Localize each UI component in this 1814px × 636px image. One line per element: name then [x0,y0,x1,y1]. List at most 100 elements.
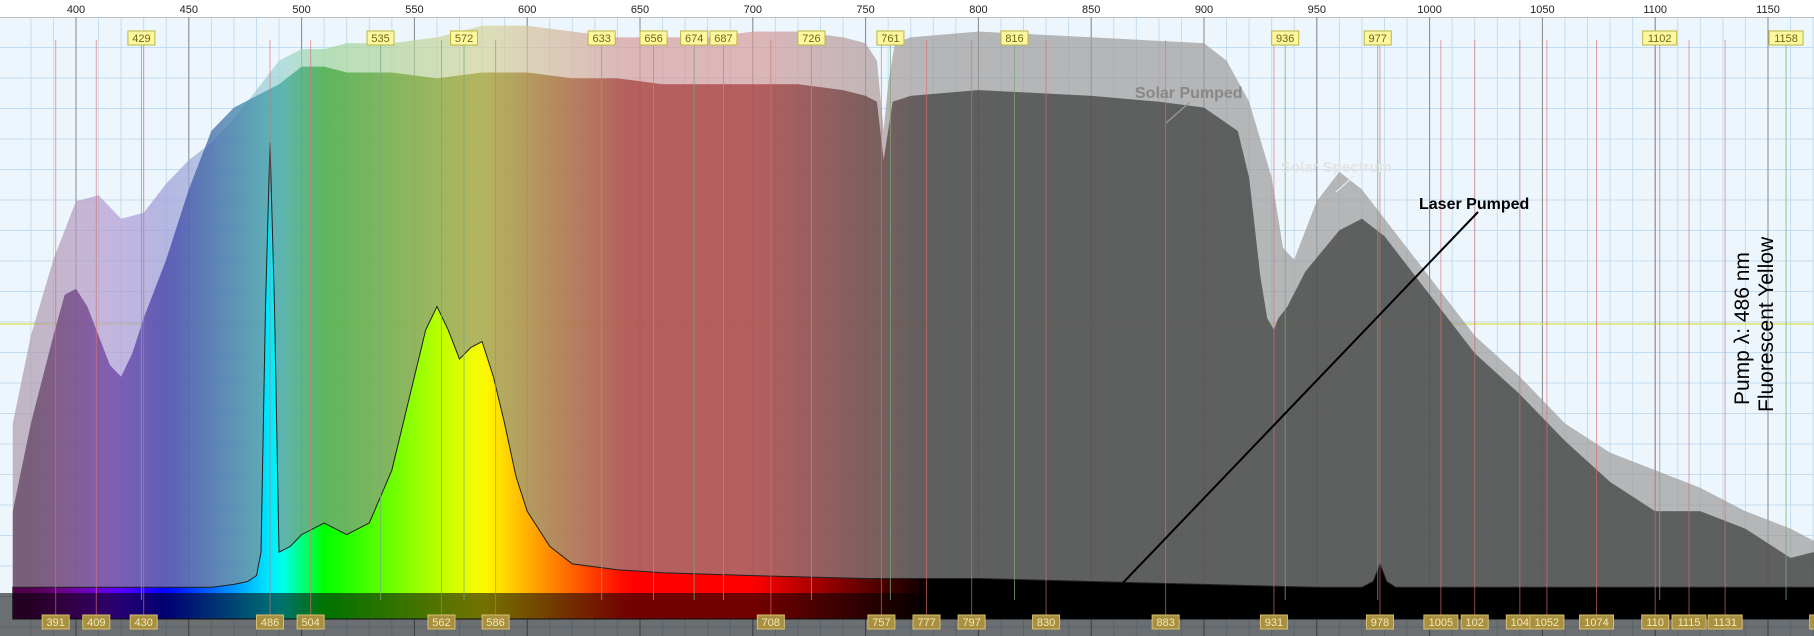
bottom-peak-badge: 1052 [1529,614,1565,630]
pump-info: Pump λ: 486 nm Fluorescent Yellow [1731,236,1778,412]
bottom-peak-badge: 777 [912,614,941,630]
bottom-peak-badge-text: 409 [87,617,105,629]
top-peak-badge-text: 761 [881,33,899,45]
bottom-peak-badge: 883 [1151,614,1180,630]
x-tick-label: 650 [631,4,649,16]
top-peak-badge: 936 [1271,30,1300,46]
bottom-peak-badge-text: 504 [301,617,319,629]
bottom-peak-badge: 586 [481,614,510,630]
top-peak-badge-text: 429 [132,33,150,45]
bottom-peak-badge-text: 978 [1371,617,1389,629]
top-peak-badge: 977 [1363,30,1392,46]
pump-wavelength-label: Pump λ: 486 nm [1731,252,1754,405]
bottom-peak-badge: 504 [296,614,325,630]
bottom-peak-badge-text: 883 [1156,617,1174,629]
bottom-peak-badge: 1176 [1809,614,1814,630]
laser-pumped-label: Laser Pumped [1419,196,1529,213]
x-tick-label: 750 [856,4,874,16]
x-tick-label: 1050 [1530,4,1554,16]
x-tick-label: 900 [1195,4,1213,16]
top-peak-badge: 726 [797,30,826,46]
bottom-peak-badge-text: 1005 [1429,617,1453,629]
top-peak-badge-text: 687 [714,33,732,45]
bottom-peak-badge-text: 102 [1466,617,1484,629]
bottom-peak-badge: 409 [82,614,111,630]
bottom-peak-badge: 1074 [1579,614,1615,630]
bottom-peak-badge-text: 757 [872,617,890,629]
bottom-peak-badge: 486 [256,614,285,630]
solar-spectrum-label: Solar Spectrum [1281,159,1392,176]
top-peak-badge-text: 1158 [1774,33,1798,45]
bottom-peak-badge-text: 104 [1511,617,1529,629]
spectrum-chart: 400 450 500 550 600 650 700 750 800 850 900 950 1000… [0,0,1814,636]
bottom-peak-badge: 562 [427,614,456,630]
bottom-peak-badge-text: 797 [962,617,980,629]
x-axis: 400 450 500 550 600 650 700 750 800 850 900 950 1000… [0,0,1814,17]
bottom-peak-badge: 1005 [1423,614,1459,630]
bottom-peak-badge: 830 [1032,614,1061,630]
top-peak-badge: 1158 [1768,30,1804,46]
top-peak-badge: 816 [1000,30,1029,46]
solar-pumped-label: Solar Pumped [1135,85,1243,102]
bottom-peak-badge-text: 1074 [1584,617,1608,629]
bottom-peak-badge-text: 110 [1646,617,1664,629]
x-tick-label: 1100 [1643,4,1667,16]
bottom-peak-badge: 757 [867,614,896,630]
bottom-peak-badge-text: 486 [261,617,279,629]
top-peak-badge: 633 [587,30,616,46]
x-tick-label: 550 [405,4,423,16]
bottom-peak-badge-text: 708 [762,617,780,629]
bottom-peak-badge-text: 586 [486,617,504,629]
sample-name-label: Fluorescent Yellow [1755,236,1778,412]
bottom-peak-badge: 931 [1259,614,1288,630]
bottom-peak-badge-text: 1052 [1535,617,1559,629]
x-tick-label: 950 [1308,4,1326,16]
bottom-peak-badge-text: 391 [47,617,65,629]
x-tick-label: 1150 [1756,4,1780,16]
bottom-peak-badge: 708 [756,614,785,630]
top-peak-badge: 761 [876,30,905,46]
x-tick-label: 600 [518,4,536,16]
top-peak-badge: 572 [450,30,479,46]
x-tick-label: 800 [969,4,987,16]
top-peak-badge: 429 [127,30,156,46]
bottom-peak-badge-text: 931 [1265,617,1283,629]
top-peak-badge-text: 572 [455,33,473,45]
bottom-peak-badge: 978 [1365,614,1394,630]
bottom-peak-badge: 391 [41,614,70,630]
top-peak-badge: 674 [680,30,709,46]
x-tick-label: 850 [1082,4,1100,16]
top-peak-badge-text: 674 [685,33,703,45]
bottom-peak-badge-text: 430 [135,617,153,629]
bottom-peak-labels: 391 409 430 486 504 562 586 708 757 777 797 830 883 9… [41,614,1814,630]
x-tick-label: 450 [180,4,198,16]
x-tick-label: 500 [292,4,310,16]
bottom-peak-badge: 430 [129,614,158,630]
bottom-peak-badge-text: 1115 [1678,617,1701,629]
top-peak-badge: 535 [366,30,395,46]
top-peak-badge-text: 936 [1276,33,1294,45]
bottom-peak-badge: 1115 [1671,614,1707,630]
bottom-peak-badge-text: 562 [432,617,450,629]
top-peak-badge-text: 977 [1369,33,1387,45]
top-peak-badge-text: 1102 [1648,33,1672,45]
top-peak-badge: 656 [639,30,668,46]
bottom-peak-badge: 110 [1641,614,1670,630]
bottom-peak-badge: 104 [1505,614,1534,630]
bottom-peak-badge: 797 [957,614,986,630]
bottom-peak-badge-text: 777 [917,617,935,629]
top-peak-badge-text: 535 [371,33,389,45]
bottom-peak-badge-text: 1131 [1713,617,1737,629]
top-peak-badge-text: 816 [1005,33,1023,45]
bottom-peak-badge-text: 830 [1037,617,1055,629]
top-peak-badge: 687 [709,30,738,46]
bottom-peak-badge: 102 [1460,614,1489,630]
x-tick-label: 1000 [1417,4,1441,16]
x-tick-label: 400 [67,4,85,16]
top-peak-badge-text: 633 [592,33,610,45]
x-tick-label: 700 [744,4,762,16]
top-peak-badge: 1102 [1642,30,1678,46]
top-peak-badge-text: 656 [644,33,662,45]
top-peak-badge-text: 726 [802,33,820,45]
bottom-peak-badge: 1131 [1707,614,1743,630]
